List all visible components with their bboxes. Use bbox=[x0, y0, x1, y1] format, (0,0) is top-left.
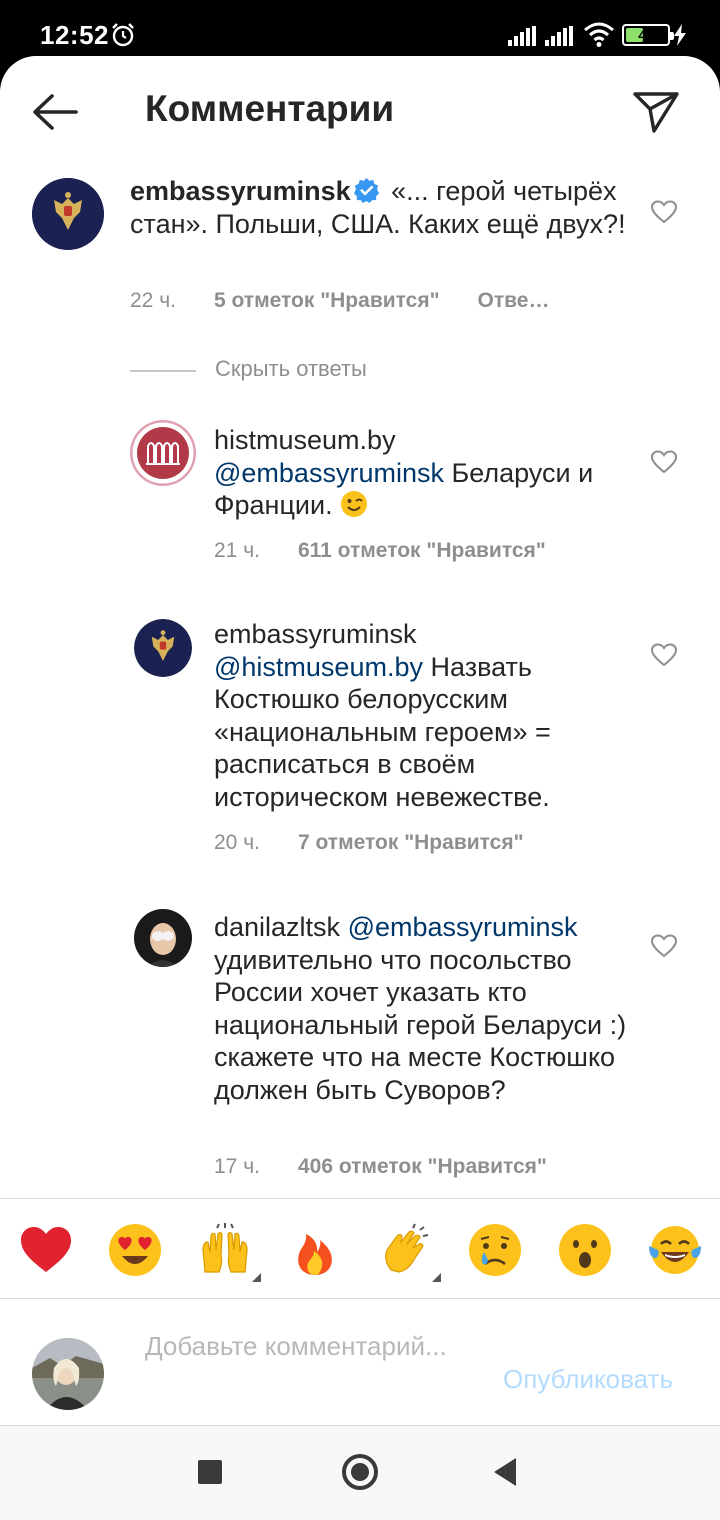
publish-button[interactable]: Опубликовать bbox=[503, 1364, 673, 1395]
reply-likes[interactable]: 611 отметок "Нравится" bbox=[298, 539, 546, 562]
wifi-icon bbox=[584, 22, 614, 47]
battery-icon: 47 bbox=[622, 24, 674, 46]
raised-hands-emoji-icon[interactable] bbox=[197, 1222, 261, 1282]
reply-meta: 20 ч. 7 отметок "Нравится" bbox=[214, 831, 524, 855]
reply-meta: 17 ч. 406 отметок "Нравится" bbox=[214, 1155, 547, 1179]
reply-mention[interactable]: @embassyruminsk bbox=[348, 912, 578, 942]
divider-line bbox=[130, 370, 196, 372]
like-heart-icon[interactable] bbox=[651, 200, 677, 224]
avatar[interactable] bbox=[134, 909, 192, 967]
page-title: Комментарии bbox=[145, 88, 395, 129]
skin-tone-indicator bbox=[432, 1273, 441, 1282]
reply-button[interactable]: Отве… bbox=[478, 289, 550, 312]
reply-time: 20 ч. bbox=[214, 831, 260, 854]
skin-tone-indicator bbox=[252, 1273, 261, 1282]
reply-username[interactable]: embassyruminsk bbox=[214, 619, 417, 649]
android-nav-bar bbox=[0, 1426, 720, 1520]
direct-send-icon[interactable] bbox=[632, 90, 680, 134]
hide-replies-label[interactable]: Скрыть ответы bbox=[215, 356, 367, 382]
header: Комментарии bbox=[0, 56, 720, 166]
reply-likes[interactable]: 7 отметок "Нравится" bbox=[298, 831, 524, 854]
charging-icon bbox=[674, 24, 686, 46]
comment-username[interactable]: embassyruminsk bbox=[130, 176, 351, 206]
battery-level: 47 bbox=[638, 27, 654, 43]
emoji-quick-bar bbox=[0, 1198, 720, 1298]
winking-face-emoji-icon bbox=[341, 491, 368, 517]
reply-time: 21 ч. bbox=[214, 539, 260, 562]
comment-time: 22 ч. bbox=[130, 289, 176, 312]
fire-emoji-icon[interactable] bbox=[287, 1222, 343, 1278]
reply-username[interactable]: danilazltsk bbox=[214, 912, 340, 942]
avatar[interactable] bbox=[134, 619, 192, 677]
coat-of-arms-icon bbox=[32, 178, 104, 250]
comment-composer: Добавьте комментарий... Опубликовать bbox=[0, 1298, 720, 1426]
nav-back-icon[interactable] bbox=[494, 1458, 516, 1486]
status-time: 12:52 bbox=[40, 20, 109, 50]
signal-icon bbox=[508, 26, 536, 46]
reply-body: удивительно что посольство России хочет … bbox=[214, 944, 627, 1105]
reply-mention[interactable]: @histmuseum.by bbox=[214, 652, 423, 682]
verified-badge-icon bbox=[353, 177, 379, 204]
reply-likes[interactable]: 406 отметок "Нравится" bbox=[298, 1155, 547, 1178]
tears-of-joy-emoji-icon[interactable] bbox=[647, 1222, 703, 1278]
clapping-hands-emoji-icon[interactable] bbox=[377, 1222, 441, 1282]
museum-logo-icon bbox=[130, 420, 196, 486]
crying-face-emoji-icon[interactable] bbox=[467, 1222, 523, 1278]
signal-icon-2 bbox=[545, 26, 573, 46]
back-arrow-icon[interactable] bbox=[30, 92, 80, 132]
recent-apps-icon[interactable] bbox=[198, 1460, 222, 1484]
reply-time: 17 ч. bbox=[214, 1155, 260, 1178]
current-user-avatar bbox=[32, 1338, 104, 1410]
user-photo-icon bbox=[32, 1338, 104, 1410]
like-heart-icon[interactable] bbox=[651, 643, 677, 667]
user-photo-icon bbox=[134, 909, 192, 967]
comments-screen: Комментарии embassyruminsk «... герой че… bbox=[0, 56, 720, 1520]
reply-meta: 21 ч. 611 отметок "Нравится" bbox=[214, 539, 546, 563]
comment-meta: 22 ч. 5 отметок "Нравится" Отве… bbox=[130, 289, 549, 313]
home-button-icon[interactable] bbox=[342, 1454, 378, 1490]
like-heart-icon[interactable] bbox=[651, 450, 677, 474]
coat-of-arms-icon bbox=[134, 619, 192, 677]
comment-likes[interactable]: 5 отметок "Нравится" bbox=[214, 289, 440, 312]
red-heart-emoji-icon[interactable] bbox=[18, 1222, 74, 1278]
reply-username[interactable]: histmuseum.by bbox=[214, 425, 396, 455]
avatar[interactable] bbox=[130, 420, 196, 486]
comment-input[interactable]: Добавьте комментарий... bbox=[145, 1330, 485, 1363]
reply-mention[interactable]: @embassyruminsk bbox=[214, 458, 444, 488]
surprised-face-emoji-icon[interactable] bbox=[557, 1222, 613, 1278]
like-heart-icon[interactable] bbox=[651, 934, 677, 958]
heart-eyes-emoji-icon[interactable] bbox=[107, 1222, 163, 1278]
avatar[interactable] bbox=[32, 178, 104, 250]
alarm-icon bbox=[112, 23, 134, 47]
